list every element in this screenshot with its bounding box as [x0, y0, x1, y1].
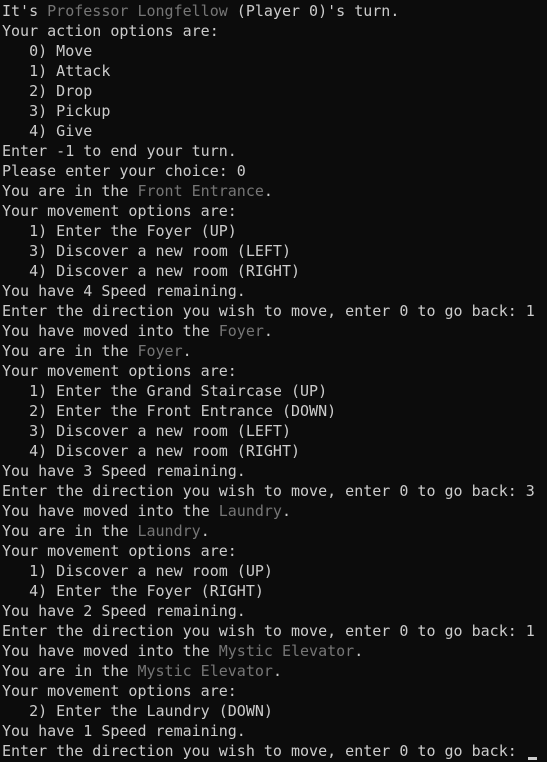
- console-line: Enter the direction you wish to move, en…: [2, 301, 547, 321]
- highlighted-name: Mystic Elevator: [218, 642, 355, 660]
- console-text: 4) Enter the Foyer (RIGHT): [2, 582, 264, 600]
- console-text: Please enter your choice: 0: [2, 162, 246, 180]
- console-line: 1) Discover a new room (UP): [2, 561, 547, 581]
- console-text: You have 3 Speed remaining.: [2, 462, 246, 480]
- console-line: Please enter your choice: 0: [2, 161, 547, 181]
- console-text: Your movement options are:: [2, 542, 237, 560]
- console-text: 4) Discover a new room (RIGHT): [2, 262, 301, 280]
- console-line: 1) Attack: [2, 61, 547, 81]
- console-text: You are in the: [2, 342, 138, 360]
- console-line: 0) Move: [2, 41, 547, 61]
- console-line: It's Professor Longfellow (Player 0)'s t…: [2, 1, 547, 21]
- console-text: You have moved into the: [2, 502, 219, 520]
- console-text: Enter the direction you wish to move, en…: [2, 302, 535, 320]
- console-line: 1) Enter the Foyer (UP): [2, 221, 547, 241]
- console-text: .: [182, 342, 192, 360]
- console-text: 2) Drop: [2, 82, 93, 100]
- highlighted-name: Laundry: [137, 522, 201, 540]
- console-line: You have moved into the Mystic Elevator.: [2, 641, 547, 661]
- console-text: 2) Enter the Laundry (DOWN): [2, 702, 273, 720]
- highlighted-name: Mystic Elevator: [137, 662, 273, 680]
- console-text: You have moved into the: [2, 322, 219, 340]
- console-text: 2) Enter the Front Entrance (DOWN): [2, 402, 337, 420]
- console-text: .: [263, 182, 273, 200]
- console-line: Your movement options are:: [2, 201, 547, 221]
- console-line: Your movement options are:: [2, 681, 547, 701]
- console-text: You have 4 Speed remaining.: [2, 282, 246, 300]
- console-line: You have 3 Speed remaining.: [2, 461, 547, 481]
- console-text: Enter the direction you wish to move, en…: [2, 622, 535, 640]
- console-text: You are in the: [2, 182, 138, 200]
- console-line: 2) Drop: [2, 81, 547, 101]
- highlighted-name: Laundry: [218, 502, 282, 520]
- console-line: Your action options are:: [2, 21, 547, 41]
- console-text: 1) Enter the Grand Staircase (UP): [2, 382, 328, 400]
- console-text: Enter the direction you wish to move, en…: [2, 742, 526, 760]
- console-text: Enter -1 to end your turn.: [2, 142, 237, 160]
- console-text: You have moved into the: [2, 642, 219, 660]
- console-line: 1) Enter the Grand Staircase (UP): [2, 381, 547, 401]
- console-text: Your movement options are:: [2, 682, 237, 700]
- console-line: 4) Enter the Foyer (RIGHT): [2, 581, 547, 601]
- console-text: Your movement options are:: [2, 362, 237, 380]
- console-line: 4) Discover a new room (RIGHT): [2, 441, 547, 461]
- highlighted-name: Front Entrance: [137, 182, 264, 200]
- console-text: 4) Discover a new room (RIGHT): [2, 442, 301, 460]
- console-line: 3) Discover a new room (LEFT): [2, 241, 547, 261]
- console-line: Enter -1 to end your turn.: [2, 141, 547, 161]
- console-line: You are in the Foyer.: [2, 341, 547, 361]
- console-text: 3) Pickup: [2, 102, 111, 120]
- console-line: You have 1 Speed remaining.: [2, 721, 547, 741]
- console-text: 1) Enter the Foyer (UP): [2, 222, 237, 240]
- console-text: .: [281, 502, 291, 520]
- console-line: Your movement options are:: [2, 361, 547, 381]
- console-text: 4) Give: [2, 122, 93, 140]
- console-text: 3) Discover a new room (LEFT): [2, 422, 291, 440]
- console-line: You are in the Front Entrance.: [2, 181, 547, 201]
- console-line: Enter the direction you wish to move, en…: [2, 741, 547, 761]
- console-line: You are in the Laundry.: [2, 521, 547, 541]
- console-text: You are in the: [2, 522, 138, 540]
- console-output: It's Professor Longfellow (Player 0)'s t…: [2, 1, 547, 761]
- console-text: Your action options are:: [2, 22, 219, 40]
- console-line: You have 4 Speed remaining.: [2, 281, 547, 301]
- console-text: You are in the: [2, 662, 138, 680]
- console-line: 3) Pickup: [2, 101, 547, 121]
- console-text: 1) Discover a new room (UP): [2, 562, 273, 580]
- console-text: It's: [2, 2, 48, 20]
- console-line: You have moved into the Laundry.: [2, 501, 547, 521]
- console-line: You have moved into the Foyer.: [2, 321, 547, 341]
- console-text: 0) Move: [2, 42, 93, 60]
- console-line: Enter the direction you wish to move, en…: [2, 481, 547, 501]
- console-line: Your movement options are:: [2, 541, 547, 561]
- console-text: .: [272, 662, 282, 680]
- console-window[interactable]: It's Professor Longfellow (Player 0)'s t…: [0, 0, 547, 762]
- console-line: Enter the direction you wish to move, en…: [2, 621, 547, 641]
- console-text: 1) Attack: [2, 62, 111, 80]
- console-text: You have 1 Speed remaining.: [2, 722, 246, 740]
- console-text: 3) Discover a new room (LEFT): [2, 242, 291, 260]
- console-line: 3) Discover a new room (LEFT): [2, 421, 547, 441]
- highlighted-name: Foyer: [137, 342, 183, 360]
- console-line: 2) Enter the Laundry (DOWN): [2, 701, 547, 721]
- console-line: You have 2 Speed remaining.: [2, 601, 547, 621]
- text-cursor: [527, 757, 537, 760]
- console-text: (Player 0)'s turn.: [227, 2, 400, 20]
- console-line: 2) Enter the Front Entrance (DOWN): [2, 401, 547, 421]
- console-text: .: [263, 322, 273, 340]
- highlighted-name: Foyer: [218, 322, 264, 340]
- console-text: .: [200, 522, 210, 540]
- console-text: Your movement options are:: [2, 202, 237, 220]
- console-line: You are in the Mystic Elevator.: [2, 661, 547, 681]
- console-text: .: [354, 642, 364, 660]
- console-line: 4) Give: [2, 121, 547, 141]
- highlighted-name: Professor Longfellow: [47, 2, 228, 20]
- console-line: 4) Discover a new room (RIGHT): [2, 261, 547, 281]
- console-text: Enter the direction you wish to move, en…: [2, 482, 535, 500]
- console-text: You have 2 Speed remaining.: [2, 602, 246, 620]
